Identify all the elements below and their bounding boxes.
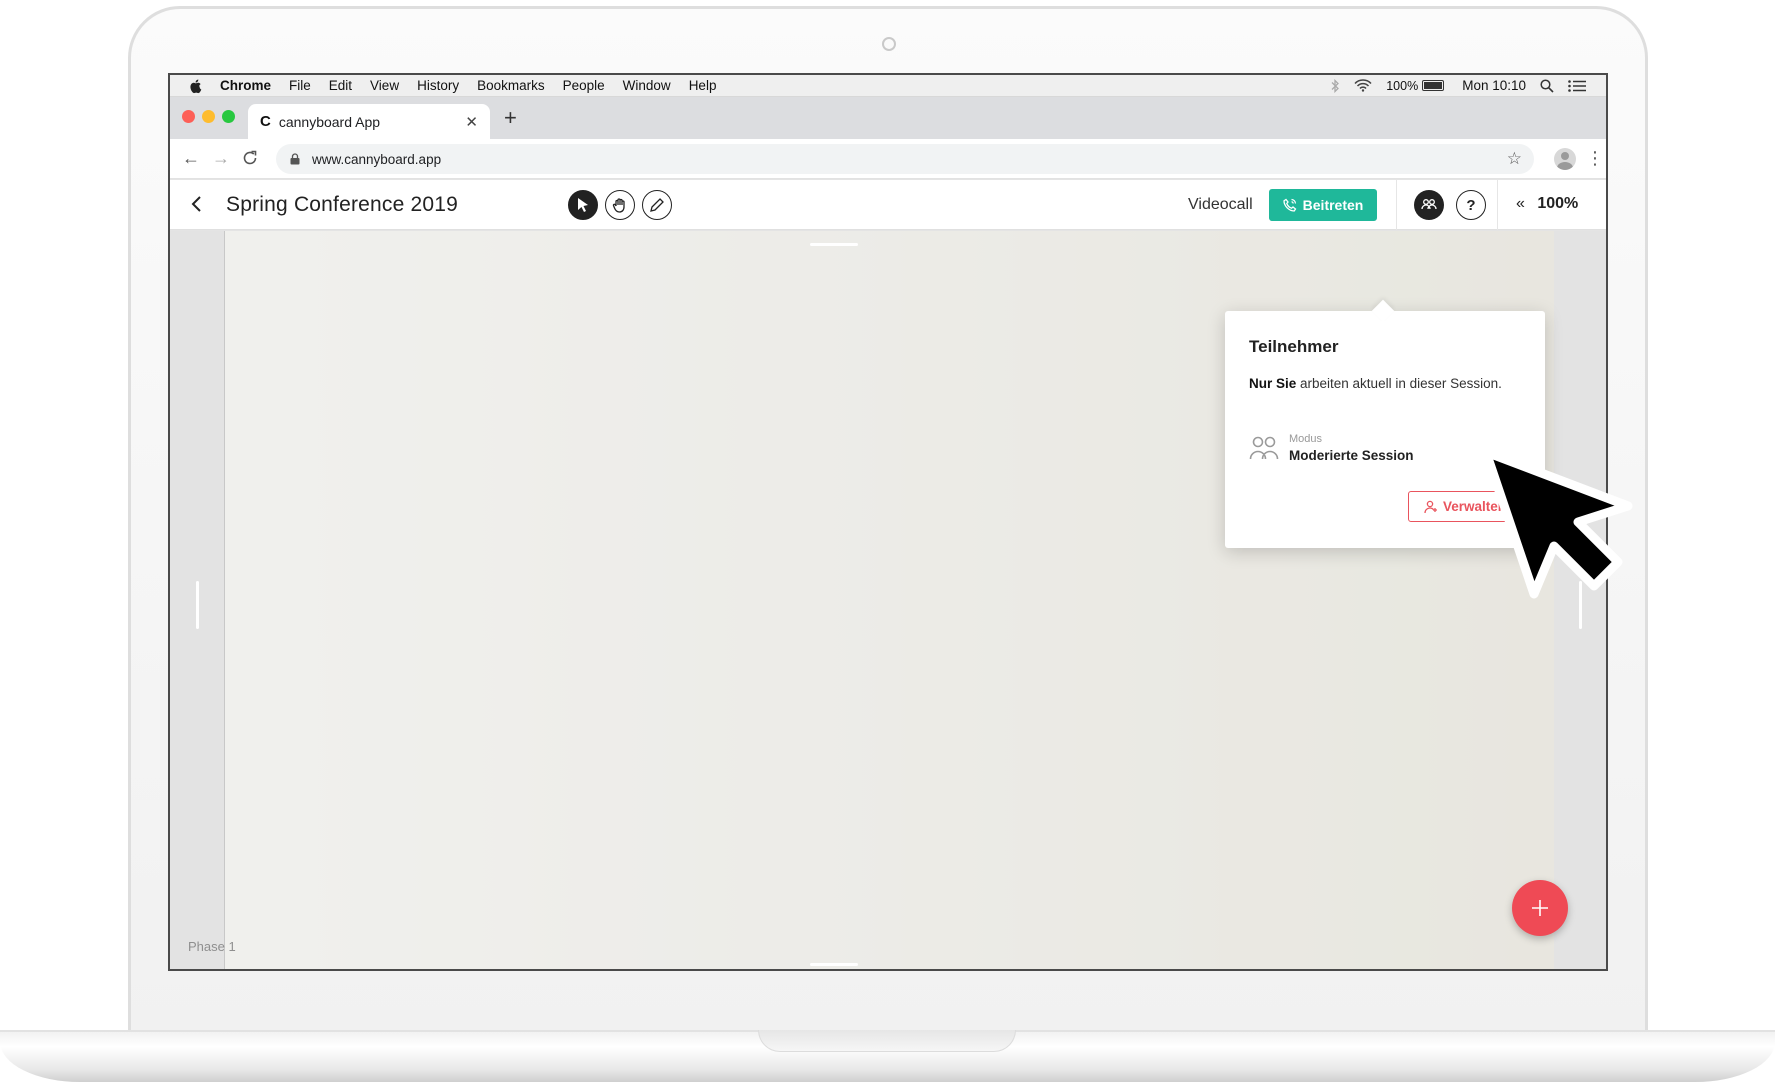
popover-description-bold: Nur Sie — [1249, 376, 1297, 391]
board-title: Spring Conference 2019 — [226, 193, 459, 216]
header-divider — [1396, 180, 1397, 230]
back-icon[interactable] — [188, 193, 206, 215]
laptop-notch — [758, 1030, 1016, 1052]
join-videocall-button[interactable]: Beitreten — [1269, 189, 1377, 221]
apple-icon[interactable] — [188, 78, 204, 94]
add-button[interactable] — [1512, 880, 1568, 936]
screen: Chrome File Edit View History Bookmarks … — [168, 73, 1608, 971]
user-settings-icon — [1424, 500, 1437, 513]
mouse-cursor-icon — [1481, 447, 1633, 599]
profile-avatar-icon[interactable] — [1554, 148, 1576, 170]
battery-icon — [1422, 80, 1445, 91]
spotlight-search-icon[interactable] — [1540, 78, 1554, 93]
wifi-icon[interactable] — [1354, 79, 1372, 92]
menu-file[interactable]: File — [289, 78, 311, 93]
resize-handle-bottom[interactable] — [810, 963, 858, 966]
popover-description: Nur Sie arbeiten aktuell in dieser Sessi… — [1249, 374, 1509, 394]
videocall-label: Videocall — [1188, 196, 1253, 213]
menu-people[interactable]: People — [563, 78, 605, 93]
tool-hand[interactable] — [605, 190, 635, 220]
url-text[interactable]: www.cannyboard.app — [312, 152, 441, 167]
tool-pen[interactable] — [642, 190, 672, 220]
plus-icon — [1532, 900, 1548, 916]
lock-icon[interactable] — [290, 153, 300, 165]
people-icon — [1421, 199, 1437, 210]
new-tab-icon[interactable]: + — [504, 107, 517, 129]
zoom-control[interactable]: « 100% — [1516, 195, 1578, 213]
popover-title: Teilnehmer — [1249, 337, 1339, 356]
address-bar[interactable]: www.cannyboard.app ☆ — [276, 144, 1534, 174]
header-divider — [1497, 180, 1498, 230]
bluetooth-icon[interactable] — [1330, 78, 1340, 93]
tab-close-icon[interactable]: ✕ — [465, 113, 478, 131]
resize-handle-top[interactable] — [810, 243, 858, 246]
mode-value: Moderierte Session — [1289, 448, 1414, 463]
menu-help[interactable]: Help — [689, 78, 717, 93]
menu-window[interactable]: Window — [623, 78, 671, 93]
pen-icon — [650, 198, 664, 212]
people-outline-icon — [1249, 436, 1279, 460]
camera-icon — [882, 37, 896, 51]
cannyboard-favicon-icon: C — [260, 113, 271, 130]
chrome-menu-icon[interactable]: ⋮ — [1586, 147, 1604, 169]
menu-history[interactable]: History — [417, 78, 459, 93]
tab-title: cannyboard App — [278, 113, 381, 130]
help-icon: ? — [1466, 196, 1476, 214]
app-header: Spring Conference 2019 Videocall Beitret… — [170, 180, 1606, 230]
menu-chrome[interactable]: Chrome — [220, 78, 271, 93]
resize-handle-left[interactable] — [196, 581, 199, 629]
menubar-clock[interactable]: Mon 10:10 — [1462, 78, 1526, 93]
collapse-chevron-icon[interactable]: « — [1516, 195, 1525, 212]
help-button[interactable]: ? — [1456, 190, 1486, 220]
battery-status[interactable]: 100% — [1386, 78, 1445, 93]
mac-menubar: Chrome File Edit View History Bookmarks … — [170, 75, 1606, 97]
battery-percent: 100% — [1386, 78, 1419, 93]
participants-button[interactable] — [1414, 190, 1444, 220]
phone-icon — [1283, 198, 1297, 212]
menu-bookmarks[interactable]: Bookmarks — [477, 78, 545, 93]
phase-label: Phase 1 — [188, 939, 236, 954]
notification-center-icon[interactable] — [1568, 79, 1586, 92]
popover-description-rest: arbeiten aktuell in dieser Session. — [1296, 376, 1502, 391]
forward-nav-icon[interactable]: → — [212, 148, 230, 168]
window-minimize-button[interactable] — [202, 110, 215, 123]
browser-toolbar: ← → www.cannyboard.app ☆ ⋮ — [170, 139, 1606, 179]
bookmark-star-icon[interactable]: ☆ — [1507, 149, 1522, 169]
tool-pointer[interactable] — [568, 190, 598, 220]
pointer-icon — [578, 198, 588, 212]
back-nav-icon[interactable]: ← — [182, 148, 200, 168]
zoom-level: 100% — [1537, 195, 1579, 212]
window-zoom-button[interactable] — [222, 110, 235, 123]
browser-tab-strip: C cannyboard App ✕ + — [170, 97, 1606, 139]
mode-label: Modus — [1289, 433, 1323, 445]
join-label: Beitreten — [1302, 197, 1364, 213]
menubar-status: 100% Mon 10:10 — [1316, 78, 1606, 93]
window-close-button[interactable] — [182, 110, 195, 123]
reload-icon[interactable] — [242, 150, 258, 166]
browser-tab[interactable]: C cannyboard App ✕ — [248, 104, 490, 139]
menu-view[interactable]: View — [370, 78, 399, 93]
hand-icon — [612, 198, 625, 213]
menu-edit[interactable]: Edit — [329, 78, 352, 93]
